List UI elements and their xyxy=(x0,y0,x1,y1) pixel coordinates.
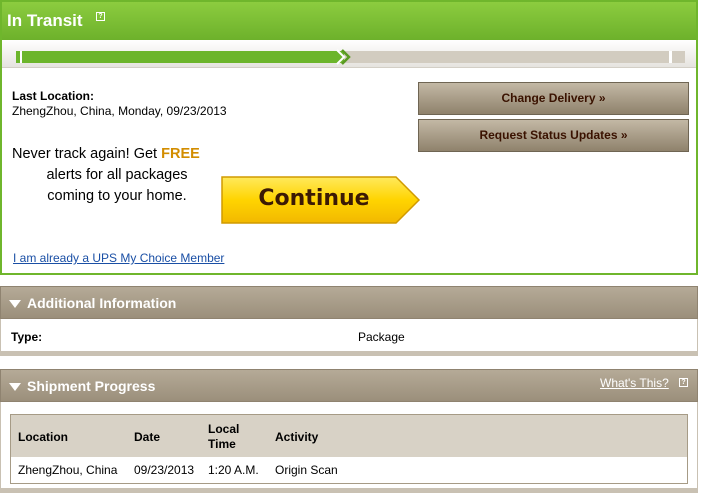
additional-information-body: Type: Package xyxy=(0,319,698,356)
cell-date: 09/23/2013 xyxy=(134,463,195,477)
column-header-date: Date xyxy=(134,430,161,444)
shipment-progress-title: Shipment Progress xyxy=(27,378,156,394)
collapse-triangle-icon xyxy=(9,300,21,308)
help-icon[interactable]: ? xyxy=(679,378,688,387)
status-title: In Transit xyxy=(7,11,83,30)
cell-activity: Origin Scan xyxy=(275,463,338,477)
column-header-local-time-line-2: Time xyxy=(208,437,236,451)
cell-location: ZhengZhou, China xyxy=(18,463,118,477)
column-header-location: Location xyxy=(18,430,68,444)
column-header-local-time-line-1: Local xyxy=(208,422,240,436)
in-transit-panel: In Transit ? Last Location: ZhengZhou, C… xyxy=(0,0,698,275)
promo-line-2: alerts for all packages xyxy=(46,167,188,183)
continue-button[interactable]: Continue xyxy=(219,175,422,225)
collapse-triangle-icon xyxy=(9,383,21,391)
table-header: Location Date Local Time Activity xyxy=(11,415,687,457)
promo-line-3: coming to your home. xyxy=(47,188,187,204)
cell-local-time: 1:20 A.M. xyxy=(208,463,259,477)
change-delivery-button[interactable]: Change Delivery » xyxy=(418,82,689,115)
additional-information-header[interactable]: Additional Information xyxy=(0,286,698,319)
ups-my-choice-member-link[interactable]: I am already a UPS My Choice Member xyxy=(13,251,224,265)
help-icon[interactable]: ? xyxy=(96,12,105,21)
shipment-progress-header[interactable]: Shipment Progress What's This? ? xyxy=(0,369,698,402)
progress-arrow-icon xyxy=(336,49,351,65)
my-choice-promo: Never track again! Get FREE alerts for a… xyxy=(12,144,222,207)
column-header-activity: Activity xyxy=(275,430,319,444)
request-status-updates-button[interactable]: Request Status Updates » xyxy=(418,119,689,152)
additional-information-title: Additional Information xyxy=(27,295,177,311)
last-location-label: Last Location: xyxy=(12,89,95,103)
in-transit-header: In Transit ? xyxy=(2,2,696,40)
progress-end-marker xyxy=(669,51,672,63)
progress-start-marker xyxy=(20,51,22,63)
progress-band xyxy=(2,40,696,68)
promo-line-1: Never track again! Get FREE xyxy=(12,144,222,165)
progress-fill xyxy=(16,51,344,63)
type-value: Package xyxy=(358,330,405,344)
shipment-progress-body: Location Date Local Time Activity ZhengZ… xyxy=(0,402,698,493)
promo-line-1-text: Never track again! Get xyxy=(12,146,158,162)
table-row: ZhengZhou, China 09/23/2013 1:20 A.M. Or… xyxy=(11,457,687,483)
whats-this-link[interactable]: What's This? xyxy=(600,376,669,390)
shipment-progress-table: Location Date Local Time Activity ZhengZ… xyxy=(10,414,688,484)
continue-label: Continue xyxy=(258,186,370,211)
type-label: Type: xyxy=(11,330,43,344)
last-location-value: ZhengZhou, China, Monday, 09/23/2013 xyxy=(12,104,227,118)
promo-free-text: FREE xyxy=(161,146,200,162)
